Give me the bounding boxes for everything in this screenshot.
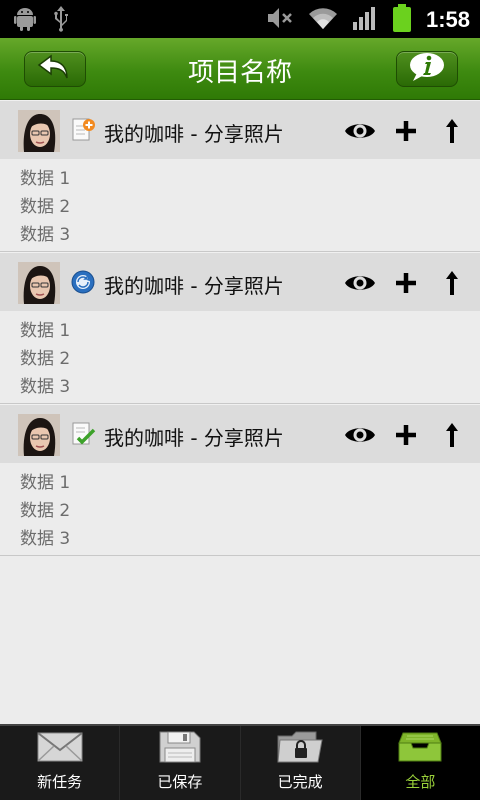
data-line: 数据 3 xyxy=(20,225,71,245)
eye-icon xyxy=(345,276,375,290)
tab-label: 已保存 xyxy=(157,773,203,791)
add-button[interactable] xyxy=(390,115,422,147)
view-button[interactable] xyxy=(344,267,376,299)
eye-icon xyxy=(345,124,375,138)
tab-completed[interactable]: 已完成 xyxy=(241,726,361,800)
plus-icon xyxy=(396,425,416,445)
android-icon xyxy=(14,7,36,35)
upload-button[interactable] xyxy=(436,115,468,147)
list-item-body: 数据 1 数据 2 数据 3 xyxy=(0,463,480,556)
data-line: 数据 1 xyxy=(20,321,71,341)
arrow-up-icon xyxy=(446,423,458,447)
item-title: 我的咖啡 - 分享照片 xyxy=(104,426,284,450)
tab-label: 已完成 xyxy=(277,773,323,791)
avatar xyxy=(18,414,60,456)
clock: 1:58 xyxy=(425,7,470,32)
list-item: 我的咖啡 - 分享照片 数据 1 数据 2 数据 3 xyxy=(0,404,480,556)
data-line: 数据 3 xyxy=(20,377,71,397)
view-button[interactable] xyxy=(344,115,376,147)
tab-label: 新任务 xyxy=(37,773,83,791)
mute-icon xyxy=(266,6,294,34)
avatar xyxy=(18,262,60,304)
info-button[interactable] xyxy=(396,51,458,87)
document-check-icon xyxy=(70,421,96,447)
list-item-header[interactable]: 我的咖啡 - 分享照片 xyxy=(0,100,480,159)
avatar xyxy=(18,110,60,152)
arrow-up-icon xyxy=(446,119,458,143)
data-line: 数据 1 xyxy=(20,169,71,189)
signal-icon xyxy=(352,6,378,34)
sync-circle-icon xyxy=(70,269,96,295)
list-item: 我的咖啡 - 分享照片 数据 1 数据 2 数据 3 xyxy=(0,100,480,252)
arrow-up-icon xyxy=(446,271,458,295)
tab-all[interactable]: 全部 xyxy=(360,726,480,800)
tab-saved[interactable]: 已保存 xyxy=(120,726,241,800)
locked-folder-icon xyxy=(275,729,325,765)
usb-icon xyxy=(52,6,70,36)
wifi-icon xyxy=(308,6,338,34)
list-item-body: 数据 1 数据 2 数据 3 xyxy=(0,159,480,252)
list-item: 我的咖啡 - 分享照片 数据 1 数据 2 数据 3 xyxy=(0,252,480,404)
plus-icon xyxy=(396,273,416,293)
tab-new-task[interactable]: 新任务 xyxy=(0,726,121,800)
data-line: 数据 2 xyxy=(20,349,71,369)
view-button[interactable] xyxy=(344,419,376,451)
tab-label: 全部 xyxy=(405,773,436,791)
info-icon xyxy=(407,52,447,86)
title-bar: 项目名称 xyxy=(0,38,480,100)
list-item-header[interactable]: 我的咖啡 - 分享照片 xyxy=(0,404,480,463)
envelope-icon xyxy=(35,729,85,765)
item-title: 我的咖啡 - 分享照片 xyxy=(104,122,284,146)
list-item-header[interactable]: 我的咖啡 - 分享照片 xyxy=(0,252,480,311)
status-bar: 1:58 xyxy=(0,0,480,38)
add-button[interactable] xyxy=(390,419,422,451)
bottom-tab-bar: 新任务 已保存 已完成 全部 xyxy=(0,724,480,800)
inbox-tray-icon xyxy=(395,729,445,765)
project-list: 我的咖啡 - 分享照片 数据 1 数据 2 数据 3 我的咖啡 - 分享照片 数… xyxy=(0,100,480,556)
upload-button[interactable] xyxy=(436,267,468,299)
document-add-icon xyxy=(70,117,96,143)
upload-button[interactable] xyxy=(436,419,468,451)
add-button[interactable] xyxy=(390,267,422,299)
data-line: 数据 2 xyxy=(20,197,71,217)
data-line: 数据 2 xyxy=(20,501,71,521)
list-item-body: 数据 1 数据 2 数据 3 xyxy=(0,311,480,404)
data-line: 数据 3 xyxy=(20,529,71,549)
eye-icon xyxy=(345,428,375,442)
item-title: 我的咖啡 - 分享照片 xyxy=(104,274,284,298)
plus-icon xyxy=(396,121,416,141)
data-line: 数据 1 xyxy=(20,473,71,493)
floppy-disk-icon xyxy=(155,729,205,765)
battery-icon xyxy=(392,4,412,36)
